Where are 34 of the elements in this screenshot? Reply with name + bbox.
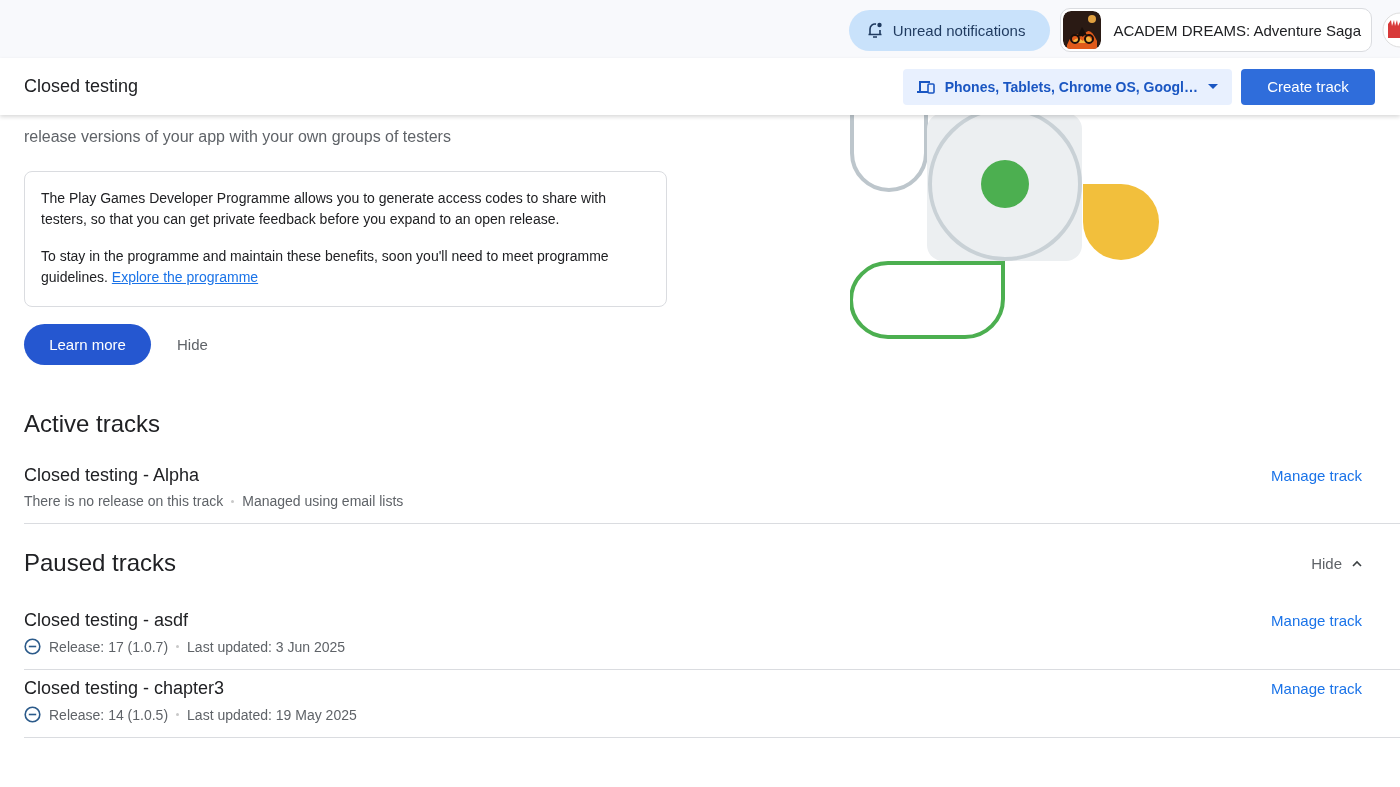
track-detail: Release: 17 (1.0.7) [49,638,169,655]
section-title: Paused tracks [24,549,177,577]
app-name: ACADEM DREAMS: Adventure Saga [1113,21,1361,39]
devices-icon [916,78,935,95]
app-selector[interactable]: ACADEM DREAMS: Adventure Saga [1060,8,1372,52]
notice-text: To stay in the programme and maintain these benefits, soon you'll need to meet programme guidelines. Explore the programme [41,247,610,287]
track-name: Closed testing - chapter3 [24,678,226,699]
device-filter-dropdown[interactable]: Phones, Tablets, Chrome OS, Googl… [902,68,1232,105]
track-detail: Last updated: 19 May 2025 [187,706,357,723]
track-detail: There is no release on this track [24,493,224,509]
paused-icon [24,638,41,655]
page-title: Closed testing [24,76,140,97]
collapse-toggle[interactable]: Hide [1311,554,1362,572]
hide-button[interactable]: Hide [177,336,208,353]
caret-icon [1208,83,1218,90]
track-name: Closed testing - Alpha [24,465,201,486]
manage-track-link[interactable]: Manage track [1271,467,1362,484]
app-icon[interactable] [1382,12,1400,48]
section-title: Active tracks [24,410,161,438]
track-detail: Last updated: 3 Jun 2025 [187,638,346,655]
learn-more-button[interactable]: Learn more [24,324,151,365]
manage-track-link[interactable]: Manage track [1271,612,1362,629]
explore-link[interactable]: Explore the programme [111,269,259,285]
paused-icon [24,706,41,723]
track-name: Closed testing - asdf [24,610,190,631]
notifications-button[interactable]: Unread notifications [848,9,1051,51]
track-detail: Release: 14 (1.0.5) [49,706,169,723]
chevron-icon [1352,559,1362,567]
manage-track-link[interactable]: Manage track [1271,680,1362,697]
notice-text: The Play Games Developer Programme allows you to generate access codes to share with testers, so that you can get private feedback before you expand to an open release. [41,189,607,229]
description-text: release versions of your app with your own groups of testers [24,127,452,147]
bell-icon [866,21,883,39]
create-track-button[interactable]: Create track [1241,68,1375,105]
track-detail: Managed using email lists [242,493,404,509]
